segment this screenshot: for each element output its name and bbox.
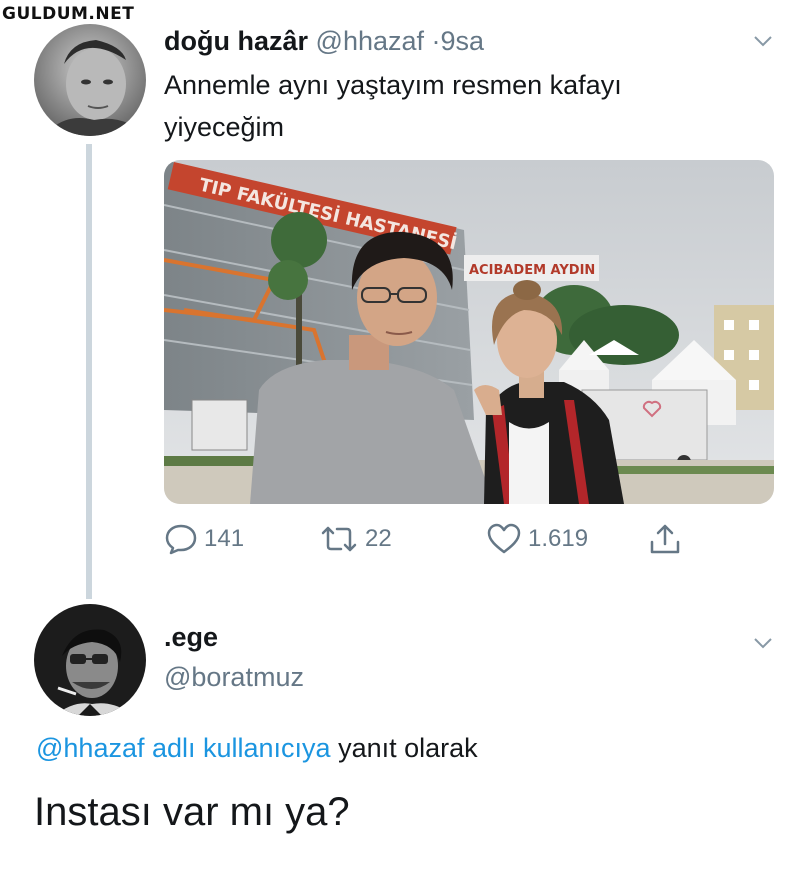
- replying-to-link[interactable]: @hhazaf adlı kullanıcıya: [36, 733, 331, 763]
- retweet-icon: [321, 526, 357, 552]
- share-button[interactable]: [648, 522, 682, 556]
- reply-author-handle[interactable]: @boratmuz: [164, 662, 304, 693]
- banner-sign-text: ACIBADEM AYDIN: [469, 263, 595, 278]
- like-button[interactable]: 1.619: [486, 522, 588, 556]
- share-icon: [650, 524, 680, 554]
- like-count: 1.619: [528, 525, 589, 552]
- reply-button[interactable]: 141: [164, 522, 244, 556]
- thread-connector-line: [86, 144, 92, 599]
- tweet-header: doğu hazâr @hhazaf ·9sa: [164, 26, 484, 57]
- chevron-down-icon[interactable]: [752, 632, 774, 654]
- like-icon: [487, 523, 521, 554]
- separator-dot: ·: [431, 26, 441, 56]
- reply-icon: [165, 524, 197, 555]
- reply-tweet-text: Instası var mı ya?: [34, 790, 350, 834]
- site-watermark: GULDUM.NET: [2, 4, 135, 24]
- reply-author-avatar[interactable]: [34, 604, 146, 716]
- author-name[interactable]: doğu hazâr: [164, 26, 308, 56]
- tweet-text: Annemle aynı yaştayım resmen kafayı yiye…: [164, 70, 622, 142]
- retweet-button[interactable]: 22: [319, 522, 392, 556]
- tweet-actions: 141 22 1.619: [164, 522, 724, 562]
- replying-to-suffix: yanıt olarak: [338, 733, 478, 763]
- reply-count: 141: [204, 525, 245, 552]
- replying-to-line: @hhazaf adlı kullanıcıya yanıt olarak: [36, 733, 478, 764]
- author-handle[interactable]: @hhazaf: [316, 26, 424, 56]
- tweet-photo[interactable]: TIP FAKÜLTESİ HASTANESİ ACIBADEM AYDIN: [164, 160, 774, 504]
- chevron-down-icon[interactable]: [752, 30, 774, 52]
- author-avatar[interactable]: [34, 24, 146, 136]
- reply-author-name[interactable]: .ege: [164, 622, 218, 653]
- retweet-count: 22: [365, 525, 392, 552]
- tweet-time[interactable]: 9sa: [441, 26, 485, 56]
